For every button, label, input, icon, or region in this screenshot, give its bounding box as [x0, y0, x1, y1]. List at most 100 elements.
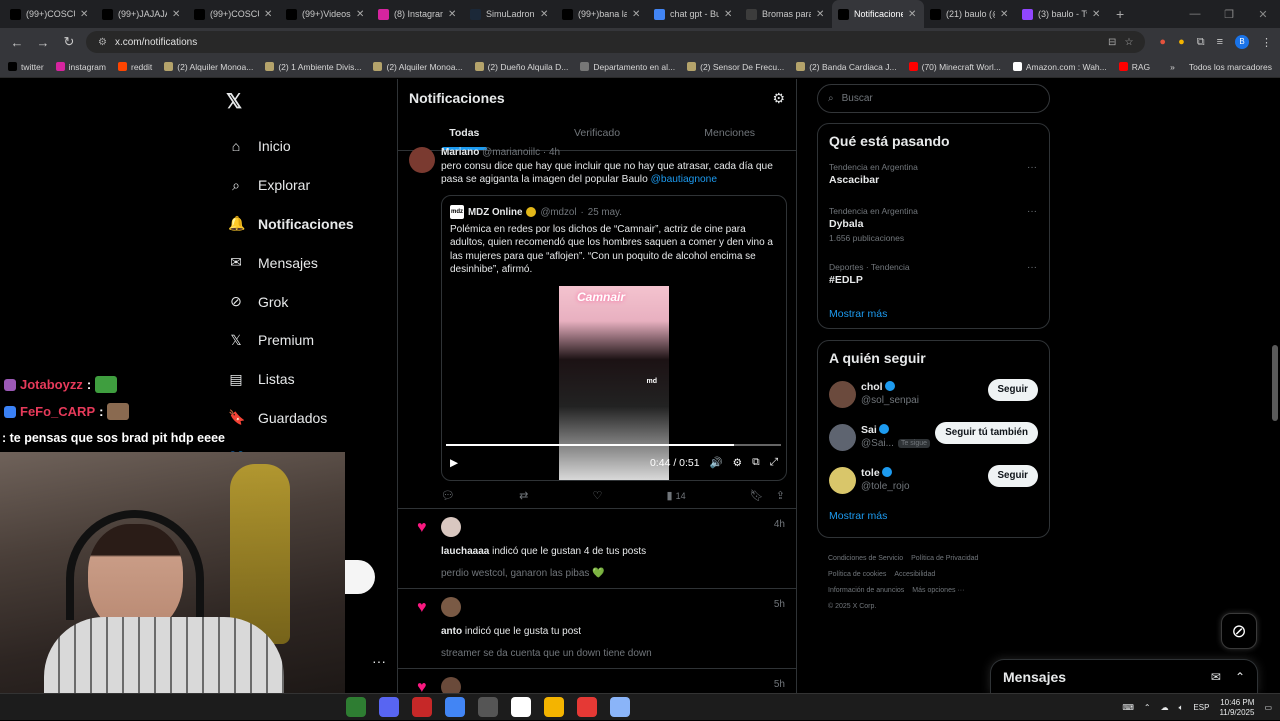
- views-button[interactable]: ▮ 14: [666, 489, 685, 502]
- bookmark-item[interactable]: (2) Dueño Alquila D...: [474, 62, 568, 72]
- cloud-icon[interactable]: ☁: [1161, 703, 1169, 712]
- tab-close-icon[interactable]: ✕: [172, 9, 182, 20]
- star-icon[interactable]: ☆: [1124, 37, 1133, 48]
- bookmark-item[interactable]: twitter: [8, 62, 44, 72]
- tab-menciones[interactable]: Menciones: [663, 117, 796, 150]
- bookmark-item[interactable]: Amazon.com : Wah...: [1012, 62, 1107, 72]
- back-icon[interactable]: ←: [8, 35, 26, 50]
- tweet-author[interactable]: Mariano: [441, 147, 479, 158]
- notification-avatar[interactable]: [441, 517, 461, 537]
- notification-row[interactable]: ♥ 5h: [398, 669, 796, 693]
- address-bar[interactable]: ⚙ x.com/notifications ⊟ ☆: [86, 31, 1146, 53]
- footer-link[interactable]: Política de Privacidad: [911, 555, 978, 562]
- bookmarks-overflow-icon[interactable]: »: [1170, 62, 1175, 72]
- tab-close-icon[interactable]: ✕: [1000, 9, 1010, 20]
- sidebar-item-explorar[interactable]: ⌕ Explorar: [228, 166, 398, 205]
- extension-multi-icon[interactable]: ●: [1178, 36, 1185, 48]
- bookmark-item[interactable]: instagram: [55, 62, 106, 72]
- bookmark-item[interactable]: Departamento en al...: [580, 62, 675, 72]
- tab-close-icon[interactable]: ✕: [724, 9, 734, 20]
- trend-item[interactable]: Tendencia en Argentina Dybala 1.656 public…: [818, 206, 1049, 262]
- settings-gear-icon[interactable]: ⚙: [772, 90, 785, 107]
- follow-name[interactable]: chol: [861, 381, 895, 393]
- notification-avatar[interactable]: [441, 597, 461, 617]
- search-input[interactable]: ⌕ Buscar: [817, 84, 1050, 113]
- quote-author[interactable]: MDZ Online: [468, 207, 522, 218]
- follow-button[interactable]: Seguir: [987, 465, 1038, 487]
- mdz-avatar[interactable]: mdz: [450, 205, 464, 219]
- browser-tab[interactable]: (8) Instagram ✕: [372, 0, 464, 28]
- picture-in-picture-icon[interactable]: ⧉: [752, 456, 760, 469]
- follow-name[interactable]: Sai: [861, 424, 889, 436]
- all-bookmarks-folder[interactable]: Todos los marcadores: [1189, 62, 1272, 72]
- tab-close-icon[interactable]: ✕: [1092, 9, 1102, 20]
- trends-show-more[interactable]: Mostrar más: [818, 308, 1049, 320]
- quote-handle[interactable]: @mdzol: [540, 207, 576, 218]
- bookmark-item[interactable]: (2) Sensor De Frecu...: [687, 62, 784, 72]
- messages-dock[interactable]: Mensajes ✉ ⌃: [990, 659, 1258, 693]
- browser-tab[interactable]: (99+)COSCU ✕: [188, 0, 280, 28]
- browser-tab[interactable]: Notificacione ✕: [832, 0, 924, 28]
- sidebar-item-inicio[interactable]: ⌂ Inicio: [228, 127, 398, 166]
- sidebar-item-notificaciones[interactable]: 🔔 Notificaciones: [228, 205, 398, 244]
- like-icon[interactable]: ♡: [592, 489, 602, 502]
- tab-verificado[interactable]: Verificado: [531, 117, 664, 150]
- bookmark-icon[interactable]: 🔖︎: [750, 489, 764, 502]
- reload-icon[interactable]: ↻: [60, 34, 78, 50]
- browser-tab[interactable]: (99+)Videos ✕: [280, 0, 372, 28]
- sidebar-item-mensajes[interactable]: ✉ Mensajes: [228, 243, 398, 282]
- browser-tab[interactable]: Bromas para ✕: [740, 0, 832, 28]
- footer-link[interactable]: Política de cookies: [828, 571, 886, 578]
- keyboard-icon[interactable]: ⌨: [1122, 703, 1134, 712]
- notification-center-icon[interactable]: ▭: [1264, 703, 1272, 712]
- taskbar-app-icon[interactable]: [445, 697, 465, 717]
- more-options-icon[interactable]: ···: [372, 653, 386, 669]
- video-progress-bar[interactable]: [446, 444, 781, 446]
- media-icon[interactable]: ≡: [1217, 36, 1223, 48]
- play-icon[interactable]: ▶: [450, 457, 458, 469]
- follow-suggestion[interactable]: tole @tole_rojo Seguir: [818, 464, 1049, 507]
- tweet-avatar[interactable]: [409, 147, 435, 173]
- taskbar-app-icon[interactable]: [478, 697, 498, 717]
- taskbar-app-icon[interactable]: [610, 697, 630, 717]
- notification-row[interactable]: ♥ 5h anto indicó que le gusta tu post strea…: [398, 589, 796, 669]
- tab-todas[interactable]: Todas: [398, 117, 531, 150]
- sidebar-item-guardados[interactable]: 🔖 Guardados: [228, 399, 398, 438]
- tweet[interactable]: Mariano @marianoiilc · 4h pero consu dic…: [398, 147, 796, 509]
- notification-post-preview[interactable]: streamer se da cuenta que un down tiene …: [441, 648, 652, 659]
- follow-avatar[interactable]: [829, 424, 856, 451]
- tab-close-icon[interactable]: ✕: [448, 9, 458, 20]
- repost-icon[interactable]: ⇄: [519, 489, 528, 502]
- bookmark-item[interactable]: (2) Alquiler Monoa...: [164, 62, 253, 72]
- sidebar-item-premium[interactable]: 𝕏 Premium: [228, 321, 398, 360]
- browser-tab[interactable]: SimuLadron ✕: [464, 0, 556, 28]
- taskbar-app-icon[interactable]: [577, 697, 597, 717]
- notification-row[interactable]: ♥ 4h lauchaaaa indicó que le gustan 4 de t…: [398, 509, 796, 589]
- taskbar-app-icon[interactable]: [346, 697, 366, 717]
- footer-link[interactable]: Condiciones de Servicio: [828, 555, 903, 562]
- video-settings-icon[interactable]: ⚙: [733, 457, 742, 469]
- bookmark-item[interactable]: reddit: [118, 62, 152, 72]
- follow-suggestion[interactable]: chol @sol_senpai Seguir: [818, 378, 1049, 421]
- follow-show-more[interactable]: Mostrar más: [818, 510, 1049, 522]
- bookmark-item[interactable]: RAG: [1118, 62, 1150, 72]
- tab-close-icon[interactable]: ✕: [908, 9, 918, 20]
- restore-icon[interactable]: ❐: [1212, 8, 1246, 21]
- taskbar-app-icon[interactable]: [412, 697, 432, 717]
- video-thumbnail[interactable]: Camnair md: [559, 286, 669, 480]
- bookmark-item[interactable]: (2) 1 Ambiente Divis...: [265, 62, 361, 72]
- extension-red-icon[interactable]: ●: [1159, 36, 1166, 48]
- sidebar-item-listas[interactable]: ▤ Listas: [228, 360, 398, 399]
- volume-icon[interactable]: 🔊: [710, 456, 723, 469]
- reply-icon[interactable]: 💬︎: [441, 489, 455, 502]
- browser-tab[interactable]: chat gpt - Bu ✕: [648, 0, 740, 28]
- clock[interactable]: 10:46 PM 11/9/2025: [1219, 698, 1254, 718]
- browser-tab[interactable]: (99+)COSCU ✕: [4, 0, 96, 28]
- notification-avatar[interactable]: [441, 677, 461, 693]
- tab-close-icon[interactable]: ✕: [264, 9, 274, 20]
- menu-icon[interactable]: ⋮: [1261, 36, 1272, 49]
- tab-close-icon[interactable]: ✕: [632, 9, 642, 20]
- follow-name[interactable]: tole: [861, 467, 892, 479]
- notification-user[interactable]: lauchaaaa: [441, 546, 489, 557]
- browser-tab[interactable]: (21) baulo (@ ✕: [924, 0, 1016, 28]
